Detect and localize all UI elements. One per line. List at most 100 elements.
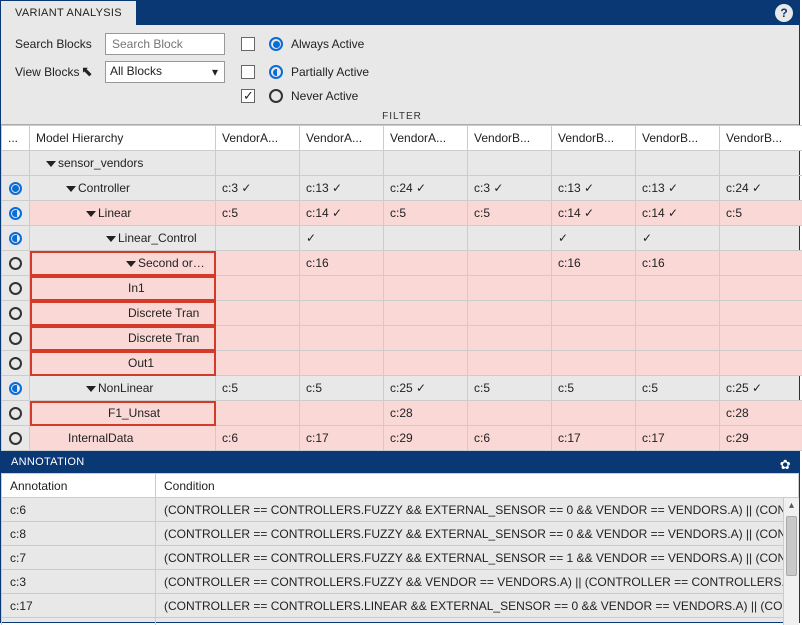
cell-r8-c4[interactable] — [552, 351, 636, 376]
cell-r6-c5[interactable] — [636, 301, 720, 326]
cell-r6-c3[interactable] — [468, 301, 552, 326]
cell-r2-c1[interactable]: c:14 ✓ — [300, 201, 384, 226]
cell-r1-c0[interactable]: c:3 ✓ — [216, 176, 300, 201]
cell-r2-c0[interactable]: c:5 — [216, 201, 300, 226]
cell-r6-c1[interactable] — [300, 301, 384, 326]
cell-r7-c3[interactable] — [468, 326, 552, 351]
cell-r0-c5[interactable] — [636, 151, 720, 176]
cell-r4-c2[interactable] — [384, 251, 468, 276]
col-badge[interactable]: ... — [2, 126, 30, 151]
cell-r5-c5[interactable] — [636, 276, 720, 301]
cell-r7-c0[interactable] — [216, 326, 300, 351]
hierarchy-cell[interactable]: NonLinear — [30, 376, 216, 401]
cell-r9-c5[interactable]: c:5 — [636, 376, 720, 401]
cell-r1-c1[interactable]: c:13 ✓ — [300, 176, 384, 201]
anno-key-3[interactable]: c:3 — [2, 570, 156, 594]
cell-r8-c3[interactable] — [468, 351, 552, 376]
cell-r8-c2[interactable] — [384, 351, 468, 376]
cell-r11-c4[interactable]: c:17 — [552, 426, 636, 451]
anno-key-0[interactable]: c:6 — [2, 498, 156, 522]
cell-r7-c6[interactable] — [720, 326, 802, 351]
cell-r1-c3[interactable]: c:3 ✓ — [468, 176, 552, 201]
anno-key-5[interactable]: c:19 — [2, 618, 156, 625]
cell-r9-c6[interactable]: c:25 ✓ — [720, 376, 802, 401]
cell-r2-c2[interactable]: c:5 — [384, 201, 468, 226]
never-checkbox[interactable] — [241, 89, 255, 103]
cell-r6-c2[interactable] — [384, 301, 468, 326]
hierarchy-cell[interactable]: Controller — [30, 176, 216, 201]
col-condition[interactable]: Condition — [156, 474, 799, 498]
twistie-icon[interactable] — [46, 161, 56, 167]
hierarchy-cell[interactable]: InternalData — [30, 426, 216, 451]
hierarchy-cell[interactable]: F1_Unsat — [30, 401, 216, 426]
cell-r2-c4[interactable]: c:14 ✓ — [552, 201, 636, 226]
cell-r10-c5[interactable] — [636, 401, 720, 426]
twistie-icon[interactable] — [86, 386, 96, 392]
cell-r1-c6[interactable]: c:24 ✓ — [720, 176, 802, 201]
col-vendor-2[interactable]: VendorA... — [384, 126, 468, 151]
cell-r0-c1[interactable] — [300, 151, 384, 176]
cell-r3-c3[interactable] — [468, 226, 552, 251]
cell-r11-c1[interactable]: c:17 — [300, 426, 384, 451]
hierarchy-cell[interactable]: Discrete Tran — [30, 301, 216, 326]
cell-r0-c4[interactable] — [552, 151, 636, 176]
cell-r0-c2[interactable] — [384, 151, 468, 176]
partial-checkbox[interactable] — [241, 65, 255, 79]
cell-r3-c0[interactable] — [216, 226, 300, 251]
cell-r3-c2[interactable] — [384, 226, 468, 251]
cell-r2-c5[interactable]: c:14 ✓ — [636, 201, 720, 226]
cell-r4-c6[interactable] — [720, 251, 802, 276]
cell-r3-c1[interactable]: ✓ — [300, 226, 384, 251]
cell-r0-c3[interactable] — [468, 151, 552, 176]
cell-r4-c5[interactable]: c:16 — [636, 251, 720, 276]
cell-r5-c0[interactable] — [216, 276, 300, 301]
cell-r10-c3[interactable] — [468, 401, 552, 426]
cell-r2-c3[interactable]: c:5 — [468, 201, 552, 226]
anno-key-1[interactable]: c:8 — [2, 522, 156, 546]
twistie-icon[interactable] — [106, 236, 116, 242]
cell-r1-c5[interactable]: c:13 ✓ — [636, 176, 720, 201]
anno-cond-4[interactable]: (CONTROLLER == CONTROLLERS.LINEAR && EXT… — [156, 594, 799, 618]
anno-cond-5[interactable]: (CONTROLLER == CONTROLLERS.LINEAR && EXT… — [156, 618, 799, 625]
col-hierarchy[interactable]: Model Hierarchy — [30, 126, 216, 151]
cell-r5-c4[interactable] — [552, 276, 636, 301]
cell-r8-c5[interactable] — [636, 351, 720, 376]
cell-r5-c3[interactable] — [468, 276, 552, 301]
cell-r6-c0[interactable] — [216, 301, 300, 326]
col-vendor-0[interactable]: VendorA... — [216, 126, 300, 151]
cell-r11-c2[interactable]: c:29 — [384, 426, 468, 451]
cell-r0-c0[interactable] — [216, 151, 300, 176]
cell-r2-c6[interactable]: c:5 — [720, 201, 802, 226]
twistie-icon[interactable] — [126, 261, 136, 267]
anno-cond-2[interactable]: (CONTROLLER == CONTROLLERS.FUZZY && EXTE… — [156, 546, 799, 570]
cell-r10-c0[interactable] — [216, 401, 300, 426]
scroll-up-icon[interactable]: ▴ — [784, 498, 799, 514]
cell-r10-c2[interactable]: c:28 — [384, 401, 468, 426]
cell-r8-c1[interactable] — [300, 351, 384, 376]
col-vendor-6[interactable]: VendorB... — [720, 126, 802, 151]
cell-r4-c3[interactable] — [468, 251, 552, 276]
col-vendor-1[interactable]: VendorA... — [300, 126, 384, 151]
hierarchy-cell[interactable]: Linear_Control — [30, 226, 216, 251]
cell-r9-c3[interactable]: c:5 — [468, 376, 552, 401]
hierarchy-cell[interactable]: Out1 — [30, 351, 216, 376]
hierarchy-cell[interactable]: In1 — [30, 276, 216, 301]
anno-cond-1[interactable]: (CONTROLLER == CONTROLLERS.FUZZY && EXTE… — [156, 522, 799, 546]
col-vendor-5[interactable]: VendorB... — [636, 126, 720, 151]
hierarchy-cell[interactable]: Second order — [30, 251, 216, 276]
cell-r7-c2[interactable] — [384, 326, 468, 351]
anno-key-2[interactable]: c:7 — [2, 546, 156, 570]
cell-r6-c6[interactable] — [720, 301, 802, 326]
search-input[interactable] — [105, 33, 225, 55]
cell-r3-c6[interactable] — [720, 226, 802, 251]
cell-r4-c0[interactable] — [216, 251, 300, 276]
hierarchy-cell[interactable]: Linear — [30, 201, 216, 226]
cell-r3-c4[interactable]: ✓ — [552, 226, 636, 251]
cell-r1-c2[interactable]: c:24 ✓ — [384, 176, 468, 201]
cell-r9-c4[interactable]: c:5 — [552, 376, 636, 401]
cell-r4-c4[interactable]: c:16 — [552, 251, 636, 276]
cell-r3-c5[interactable]: ✓ — [636, 226, 720, 251]
twistie-icon[interactable] — [66, 186, 76, 192]
cell-r11-c0[interactable]: c:6 — [216, 426, 300, 451]
cell-r9-c1[interactable]: c:5 — [300, 376, 384, 401]
